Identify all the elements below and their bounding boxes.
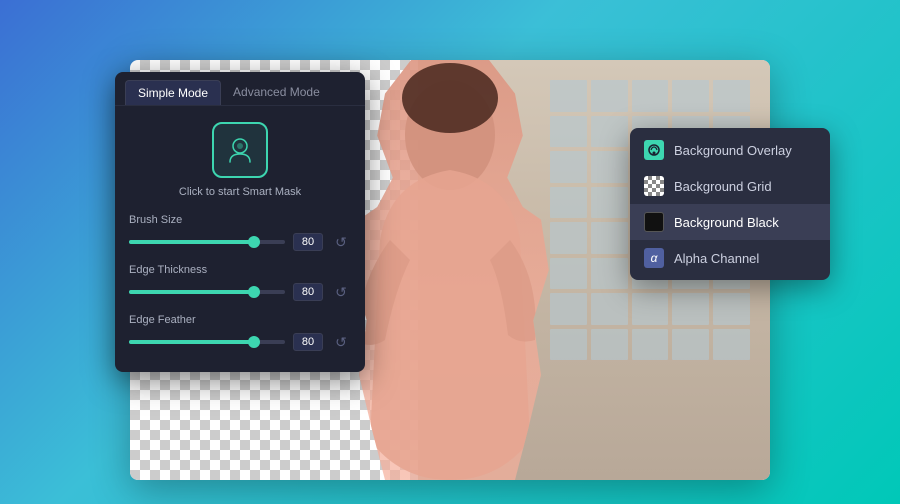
window	[591, 151, 628, 183]
tab-advanced[interactable]: Advanced Mode	[221, 80, 332, 105]
menu-item-black[interactable]: Background Black	[630, 204, 830, 240]
window	[550, 258, 587, 290]
edge-feather-track[interactable]	[129, 340, 285, 344]
control-panel: Simple Mode Advanced Mode Click to start…	[115, 72, 365, 372]
alpha-icon: α	[644, 248, 664, 268]
edge-feather-reset[interactable]: ↺	[331, 332, 351, 352]
menu-item-overlay[interactable]: Background Overlay	[630, 132, 830, 168]
edge-thickness-label: Edge Thickness	[129, 264, 351, 276]
window	[591, 222, 628, 254]
edge-thickness-row: 80 ↺	[129, 282, 351, 302]
edge-feather-value: 80	[293, 333, 323, 351]
window	[591, 80, 628, 112]
smart-mask-label: Click to start Smart Mask	[179, 186, 301, 198]
window	[713, 80, 750, 112]
background-dropdown: Background Overlay Background Grid Backg…	[630, 128, 830, 280]
window	[591, 116, 628, 148]
window	[672, 329, 709, 361]
panel-body: Click to start Smart Mask Brush Size 80 …	[115, 106, 365, 372]
brush-size-control: Brush Size 80 ↺	[129, 214, 351, 252]
edge-feather-row: 80 ↺	[129, 332, 351, 352]
black-icon	[644, 212, 664, 232]
grid-label: Background Grid	[674, 179, 772, 194]
window	[550, 116, 587, 148]
window	[591, 187, 628, 219]
window	[550, 151, 587, 183]
window	[672, 293, 709, 325]
alpha-letter: α	[651, 251, 658, 265]
panel-tabs: Simple Mode Advanced Mode	[115, 72, 365, 106]
window	[550, 80, 587, 112]
edge-thickness-track[interactable]	[129, 290, 285, 294]
brush-size-track[interactable]	[129, 240, 285, 244]
alpha-label: Alpha Channel	[674, 251, 759, 266]
edge-feather-control: Edge Feather 80 ↺	[129, 314, 351, 352]
brush-size-fill	[129, 240, 254, 244]
window	[591, 293, 628, 325]
window	[632, 80, 669, 112]
menu-item-alpha[interactable]: α Alpha Channel	[630, 240, 830, 276]
brush-size-thumb[interactable]	[248, 236, 260, 248]
edge-feather-thumb[interactable]	[248, 336, 260, 348]
black-label: Background Black	[674, 215, 779, 230]
brush-size-value: 80	[293, 233, 323, 251]
edge-thickness-reset[interactable]: ↺	[331, 282, 351, 302]
window	[591, 258, 628, 290]
overlay-icon-svg	[647, 143, 661, 157]
window	[713, 293, 750, 325]
window	[550, 293, 587, 325]
edge-feather-fill	[129, 340, 254, 344]
overlay-icon	[644, 140, 664, 160]
overlay-label: Background Overlay	[674, 143, 792, 158]
window	[591, 329, 628, 361]
grid-icon	[644, 176, 664, 196]
smart-mask-icon	[224, 134, 256, 166]
window	[632, 293, 669, 325]
edge-feather-label: Edge Feather	[129, 314, 351, 326]
tab-simple[interactable]: Simple Mode	[125, 80, 221, 105]
window	[550, 187, 587, 219]
window	[550, 222, 587, 254]
brush-size-label: Brush Size	[129, 214, 351, 226]
edge-thickness-value: 80	[293, 283, 323, 301]
window	[550, 329, 587, 361]
edge-thickness-control: Edge Thickness 80 ↺	[129, 264, 351, 302]
edge-thickness-fill	[129, 290, 254, 294]
window	[713, 329, 750, 361]
brush-size-reset[interactable]: ↺	[331, 232, 351, 252]
window	[672, 80, 709, 112]
menu-item-grid[interactable]: Background Grid	[630, 168, 830, 204]
edge-thickness-thumb[interactable]	[248, 286, 260, 298]
window	[632, 329, 669, 361]
brush-size-row: 80 ↺	[129, 232, 351, 252]
smart-mask-section: Click to start Smart Mask	[129, 122, 351, 198]
smart-mask-button[interactable]	[212, 122, 268, 178]
